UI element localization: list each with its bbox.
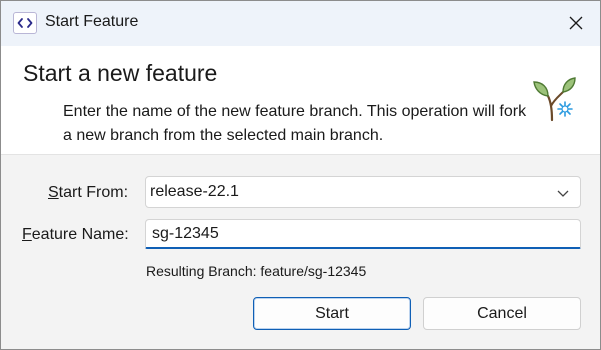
sprout-icon [532,76,578,122]
dialog-body: Start From: release-22.1 Feature Name: R… [1,154,600,349]
dialog-header: Start a new feature Enter the name of th… [1,46,600,154]
start-feature-dialog: Start Feature Start a new feature Enter … [0,0,601,350]
close-button[interactable] [560,7,592,39]
feature-name-input[interactable] [145,219,581,249]
close-icon [569,16,583,30]
start-button[interactable]: Start [253,297,411,330]
start-from-selected-value: release-22.1 [150,183,239,200]
cancel-button[interactable]: Cancel [423,297,581,330]
resulting-branch-text: Resulting Branch: feature/sg-12345 [146,263,367,279]
app-code-icon [13,12,37,34]
dialog-description: Enter the name of the new feature branch… [63,103,527,144]
start-from-select[interactable]: release-22.1 [145,176,581,208]
dialog-heading: Start a new feature [23,60,218,86]
start-from-label: Start From: [48,184,129,201]
window-title: Start Feature [45,13,139,30]
feature-name-label: Feature Name: [22,226,129,243]
chevron-down-icon [557,190,569,197]
title-bar: Start Feature [1,1,600,46]
